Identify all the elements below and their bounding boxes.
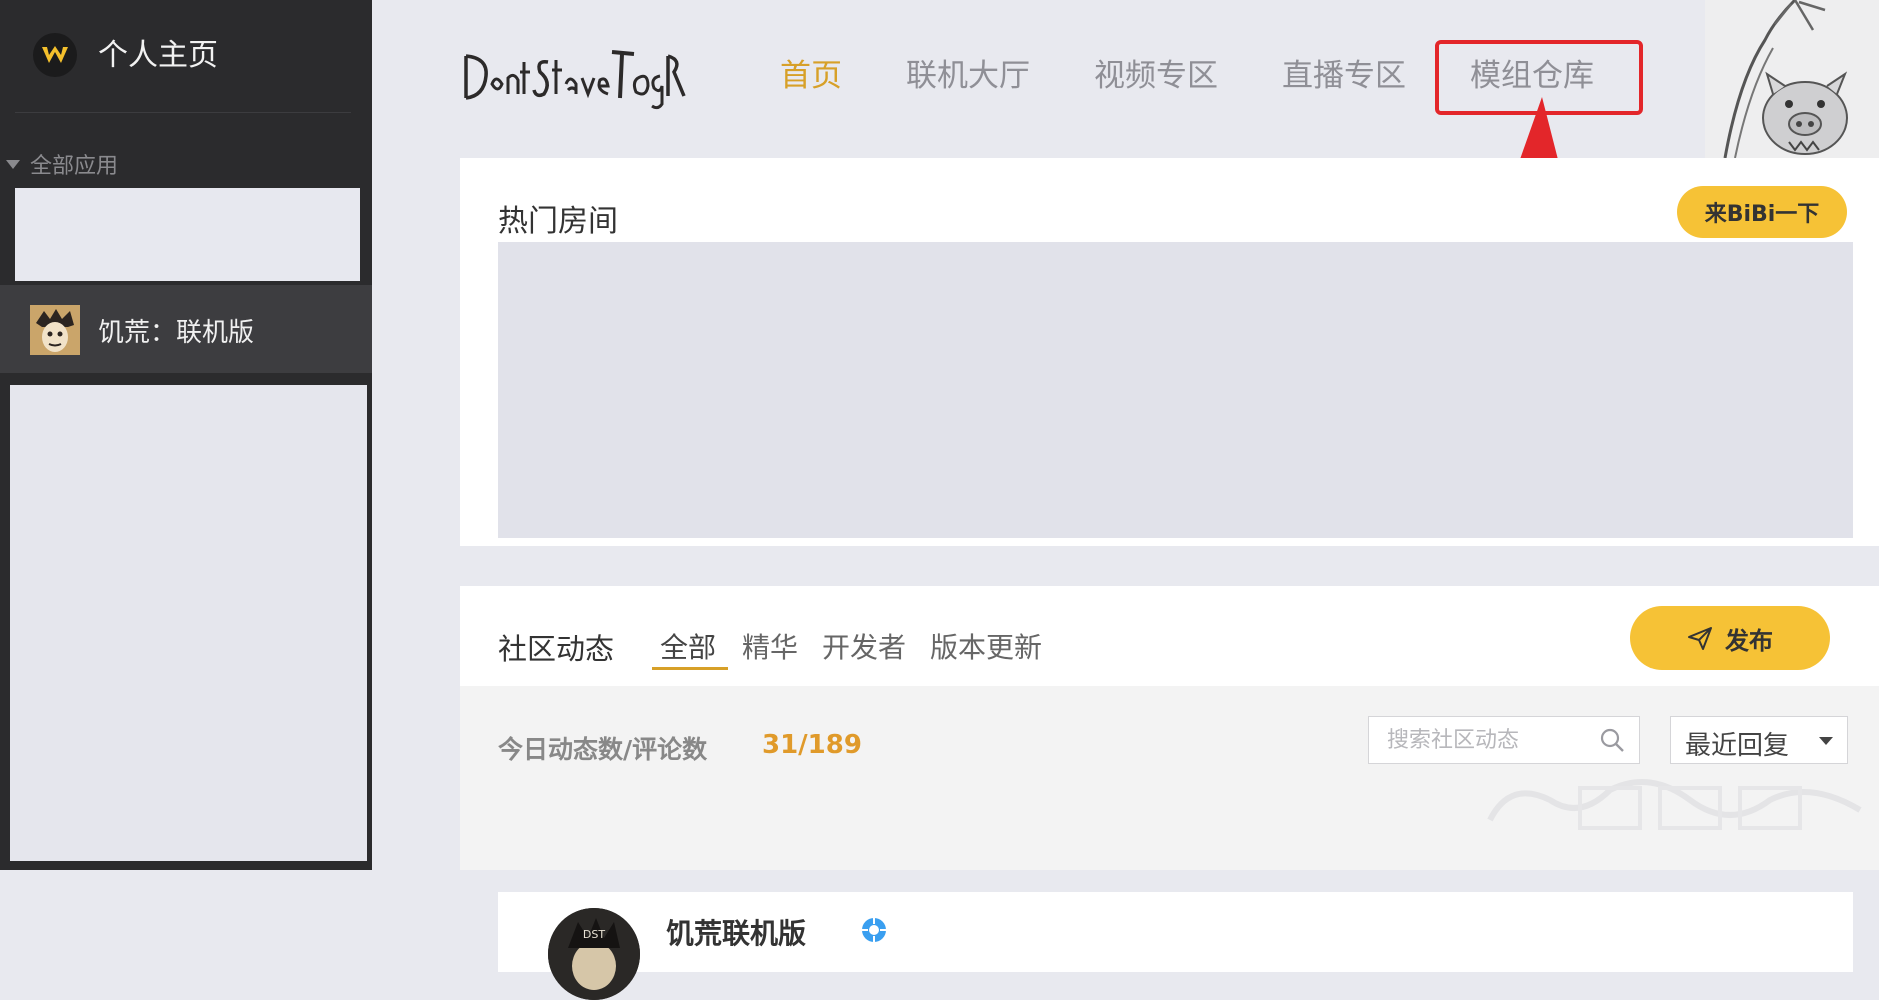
sidebar-placeholder-panel — [10, 385, 367, 861]
tab-all[interactable]: 全部 — [660, 626, 716, 666]
all-apps-label: 全部应用 — [30, 154, 119, 179]
publish-button[interactable]: 发布 — [1630, 606, 1830, 670]
all-apps-section[interactable]: 全部应用 — [6, 148, 118, 180]
game-avatar-icon — [30, 305, 80, 355]
post-item[interactable]: DST 饥荒联机版 — [498, 892, 1853, 1000]
hot-rooms-title: 热门房间 — [498, 204, 618, 239]
triangle-down-icon — [6, 159, 20, 169]
svg-text:DST: DST — [583, 928, 605, 941]
hot-rooms-content-area — [498, 242, 1853, 538]
post-author-name[interactable]: 饥荒联机版 — [666, 912, 806, 952]
nav-item-videos[interactable]: 视频专区 — [1094, 50, 1218, 95]
sort-dropdown[interactable]: 最近回复 — [1670, 716, 1848, 764]
pig-sketch-illustration — [1705, 0, 1879, 158]
sort-selected-label: 最近回复 — [1685, 731, 1790, 761]
nav-item-lobby[interactable]: 联机大厅 — [906, 50, 1030, 95]
avatar[interactable]: DST — [548, 908, 640, 1000]
sidebar: 个人主页 全部应用 饥荒：联机版 — [0, 0, 372, 870]
sidebar-placeholder-block — [15, 188, 360, 281]
sidebar-divider — [15, 112, 351, 113]
hot-rooms-card: 热门房间 来BiBi一下 — [460, 158, 1879, 546]
dont-starve-together-logo[interactable] — [462, 42, 687, 112]
search-icon[interactable] — [1599, 727, 1625, 753]
chevron-down-icon — [1819, 737, 1833, 745]
tab-version-update[interactable]: 版本更新 — [930, 626, 1042, 666]
wegame-logo-icon — [33, 33, 77, 77]
paper-plane-icon — [1688, 627, 1712, 650]
sidebar-item-dont-starve-together[interactable]: 饥荒：联机版 — [0, 285, 372, 373]
community-title: 社区动态 — [498, 632, 615, 666]
nav-item-home[interactable]: 首页 — [780, 50, 842, 95]
tab-featured[interactable]: 精华 — [742, 626, 798, 666]
publish-label: 发布 — [1725, 626, 1773, 655]
game-label: 饥荒：联机版 — [98, 318, 255, 348]
today-stats-value: 31/189 — [762, 730, 862, 760]
bibi-button[interactable]: 来BiBi一下 — [1677, 186, 1847, 238]
active-tab-underline — [652, 667, 728, 670]
community-search[interactable] — [1368, 716, 1640, 764]
personal-homepage-title[interactable]: 个人主页 — [98, 30, 218, 74]
dont-starve-avatar-icon: DST — [548, 908, 640, 1000]
community-search-input[interactable] — [1385, 727, 1589, 754]
sidebar-header[interactable]: 个人主页 — [0, 0, 372, 112]
tab-developer[interactable]: 开发者 — [822, 626, 906, 666]
today-stats-label: 今日动态数/评论数 — [498, 735, 708, 764]
nav-item-live[interactable]: 直播专区 — [1282, 50, 1406, 95]
verified-badge-icon — [862, 918, 886, 942]
watermark-graphic — [1487, 779, 1862, 830]
